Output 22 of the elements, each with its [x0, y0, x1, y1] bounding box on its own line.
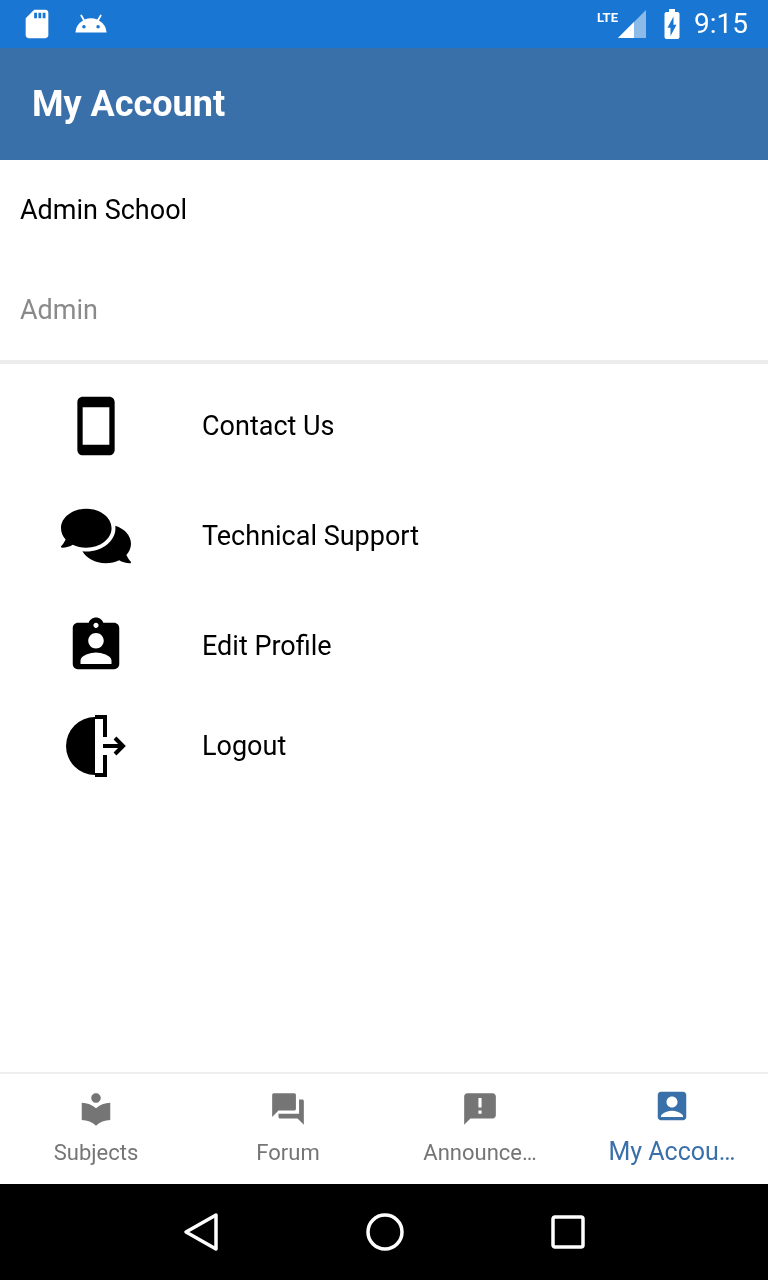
back-icon[interactable]	[183, 1212, 219, 1252]
nav-tab[interactable]: Subjects	[0, 1074, 192, 1184]
app-bar-title: My Account	[32, 82, 226, 127]
menu-item[interactable]: Technical Support	[0, 476, 768, 596]
nav-tab[interactable]: Announce…	[384, 1074, 576, 1184]
menu-label: Technical Support	[202, 518, 419, 554]
menu-label: Edit Profile	[202, 628, 332, 664]
home-icon[interactable]	[365, 1212, 405, 1252]
menu-item[interactable]: Contact Us	[0, 376, 768, 476]
clock: 9:15	[694, 6, 748, 42]
nav-tab[interactable]: Forum	[192, 1074, 384, 1184]
nav-tab[interactable]: My Accou…	[576, 1074, 768, 1184]
menu-label: Logout	[202, 728, 287, 764]
menu-item[interactable]: Logout	[0, 696, 768, 796]
logout-icon	[65, 715, 127, 777]
signal-icon	[618, 10, 646, 38]
menu-label: Contact Us	[202, 408, 335, 444]
recents-icon[interactable]	[551, 1215, 585, 1249]
menu-item[interactable]: Edit Profile	[0, 596, 768, 696]
account-name: Admin School	[20, 192, 188, 228]
account-role: Admin	[20, 292, 98, 328]
network-label: LTE	[597, 9, 618, 27]
